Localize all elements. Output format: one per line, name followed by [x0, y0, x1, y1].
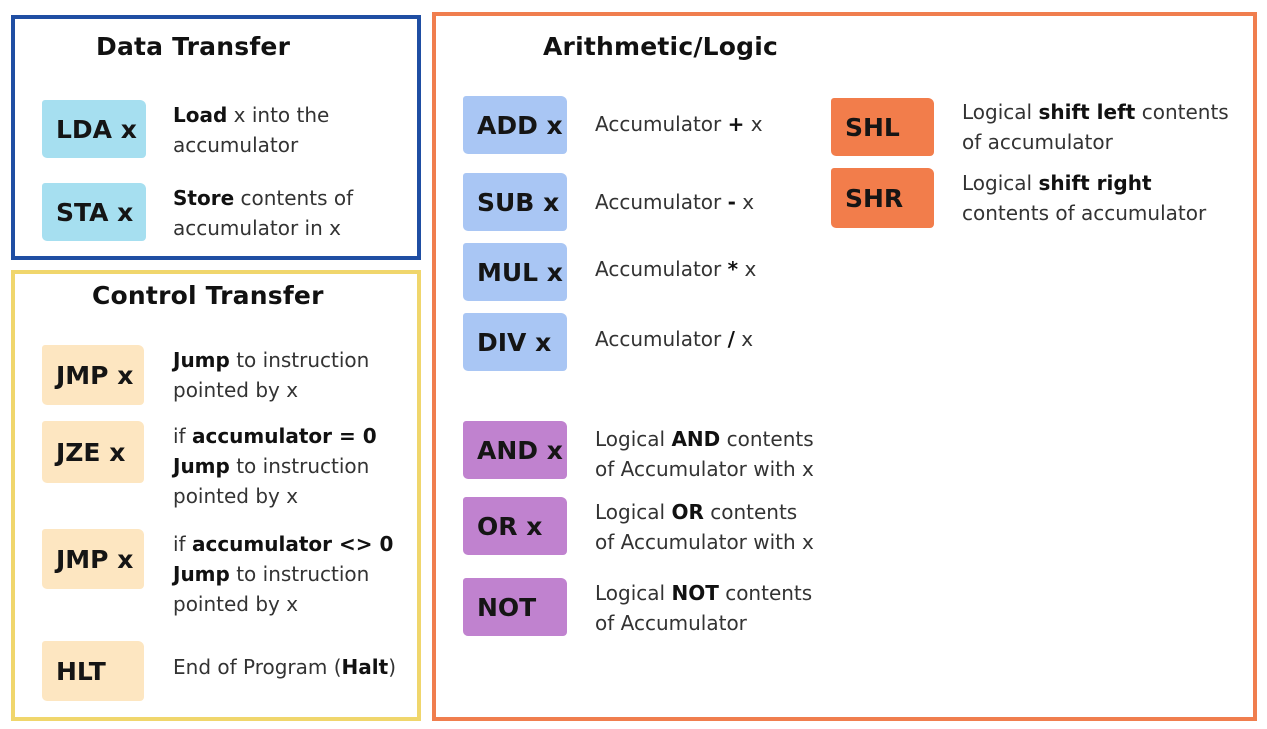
instruction-desc-sta: Store contents of accumulator in x [173, 186, 354, 240]
control-transfer-title: Control Transfer [92, 281, 324, 310]
instruction-tag-shr: SHR [831, 168, 934, 228]
instruction-tag-jmp-nonzero: JMP x [42, 529, 144, 589]
instruction-tag-sta: STA x [42, 183, 146, 241]
instruction-tag-jze: JZE x [42, 421, 144, 483]
instruction-desc-mul: Accumulator * x [595, 257, 757, 281]
instruction-tag-and: AND x [463, 421, 567, 479]
instruction-tag-jmp: JMP x [42, 345, 144, 405]
instruction-tag-sub: SUB x [463, 173, 567, 231]
instruction-tag-add: ADD x [463, 96, 567, 154]
instruction-tag-mul: MUL x [463, 243, 567, 301]
instruction-tag-lda: LDA x [42, 100, 146, 158]
instruction-desc-shr: Logical shift right contents of accumula… [962, 171, 1207, 225]
instruction-desc-or: Logical OR contents of Accumulator with … [595, 500, 814, 554]
instruction-desc-hlt: End of Program (Halt) [173, 655, 397, 679]
instruction-desc-jze: if accumulator = 0 Jump to instruction p… [173, 424, 377, 508]
instruction-desc-add: Accumulator + x [595, 112, 763, 136]
arithmetic-logic-title: Arithmetic/Logic [543, 32, 779, 61]
instruction-desc-not: Logical NOT contents of Accumulator [595, 581, 813, 635]
instruction-desc-sub: Accumulator - x [595, 190, 755, 214]
instruction-tag-not: NOT [463, 578, 567, 636]
instruction-tag-shl: SHL [831, 98, 934, 156]
data-transfer-title: Data Transfer [96, 32, 291, 61]
instruction-desc-div: Accumulator / x [595, 327, 754, 351]
instruction-tag-or: OR x [463, 497, 567, 555]
instruction-desc-jmp: Jump to instruction pointed by x [173, 348, 370, 402]
instruction-tag-hlt: HLT [42, 641, 144, 701]
instruction-desc-and: Logical AND contents of Accumulator with… [595, 427, 814, 481]
instruction-desc-jmp-nonzero: if accumulator <> 0 Jump to instruction … [173, 532, 394, 616]
instruction-tag-div: DIV x [463, 313, 567, 371]
instruction-desc-shl: Logical shift left contents of accumulat… [962, 100, 1229, 154]
instruction-desc-lda: Load x into the accumulator [173, 103, 330, 157]
